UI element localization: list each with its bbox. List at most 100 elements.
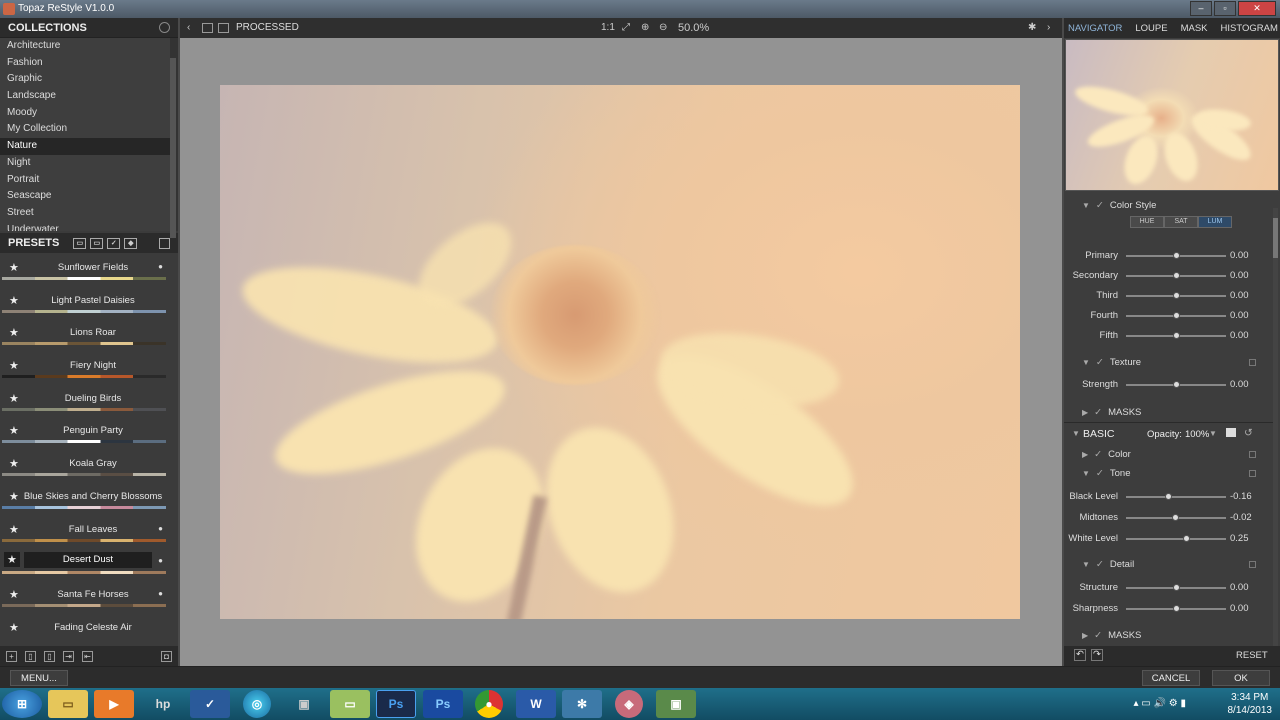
collection-item[interactable]: Landscape bbox=[0, 88, 170, 105]
favorite-star-icon[interactable]: ★ bbox=[9, 457, 19, 470]
word-icon[interactable]: W bbox=[516, 690, 556, 718]
add-preset-icon[interactable]: + bbox=[6, 650, 17, 662]
topaz-icon[interactable]: ◈ bbox=[615, 690, 643, 718]
collection-item[interactable]: Underwater bbox=[0, 222, 170, 231]
pin-icon[interactable]: ✱ bbox=[1028, 22, 1036, 33]
export-icon[interactable]: ✓ bbox=[107, 237, 121, 249]
slider-track[interactable] bbox=[1126, 272, 1226, 279]
slider-handle[interactable] bbox=[1164, 493, 1172, 500]
collection-item[interactable]: Graphic bbox=[0, 71, 170, 88]
photo-viewer-icon[interactable]: ▣ bbox=[284, 690, 324, 718]
detail-section[interactable]: ▼ ✓ Detail bbox=[1082, 559, 1134, 570]
mode-lum-button[interactable]: LUM bbox=[1198, 216, 1232, 228]
mode-sat-button[interactable]: SAT bbox=[1164, 216, 1198, 228]
slider-track[interactable] bbox=[1126, 605, 1226, 612]
cancel-button[interactable]: CANCEL bbox=[1142, 670, 1200, 686]
zoom-out-icon[interactable]: ⊖ bbox=[659, 22, 667, 33]
favorite-star-icon[interactable]: ★ bbox=[9, 392, 19, 405]
checkmark-app-icon[interactable]: ✓ bbox=[190, 690, 230, 718]
opacity-dropdown[interactable]: 100% bbox=[1185, 429, 1209, 440]
snowflake-app-icon[interactable]: ✻ bbox=[562, 690, 602, 718]
preset-item[interactable]: ★ Penguin Party bbox=[0, 419, 178, 452]
preset-item[interactable]: ★ Dueling Birds bbox=[0, 387, 178, 420]
slider-value[interactable]: 0.00 bbox=[1230, 603, 1262, 614]
tone-options-icon[interactable] bbox=[1249, 470, 1256, 477]
slider-track[interactable] bbox=[1126, 312, 1226, 319]
favorite-star-icon[interactable]: ★ bbox=[9, 294, 19, 307]
collection-item[interactable]: Night bbox=[0, 155, 170, 172]
notes-icon[interactable]: ▭ bbox=[330, 690, 370, 718]
tab-histogram[interactable]: HISTOGRAM bbox=[1217, 23, 1280, 34]
slider-value[interactable]: 0.00 bbox=[1230, 270, 1262, 281]
color-options-icon[interactable] bbox=[1249, 451, 1256, 458]
undo-icon[interactable]: ↶ bbox=[1074, 649, 1086, 661]
preset-item[interactable]: ★ Lions Roar bbox=[0, 321, 178, 354]
duplicate-icon[interactable]: ▯ bbox=[25, 650, 36, 662]
view-mode-label[interactable]: PROCESSED bbox=[236, 22, 299, 33]
favorite-star-icon[interactable]: ★ bbox=[9, 588, 19, 601]
preset-item[interactable]: ★ Fading Celeste Air bbox=[0, 616, 178, 636]
slider-track[interactable] bbox=[1126, 584, 1226, 591]
texture-options-icon[interactable] bbox=[1249, 359, 1256, 366]
media-player-icon[interactable]: ▶ bbox=[94, 690, 134, 718]
collection-item[interactable]: Portrait bbox=[0, 172, 170, 189]
slider-handle[interactable] bbox=[1172, 292, 1180, 299]
chevron-down-icon[interactable]: ▼ bbox=[1209, 429, 1217, 438]
preset-item[interactable]: ★ Santa Fe Horses ● bbox=[0, 583, 178, 616]
split-view-icon[interactable] bbox=[218, 23, 229, 33]
maximize-button[interactable]: ▫ bbox=[1214, 1, 1236, 16]
favorite-star-icon[interactable]: ★ bbox=[9, 261, 19, 274]
masks-section-2[interactable]: ▶ ✓ MASKS bbox=[1082, 630, 1141, 641]
minimize-button[interactable]: – bbox=[1190, 1, 1212, 16]
camera-icon[interactable]: ◘ bbox=[161, 650, 172, 662]
collection-item[interactable]: My Collection bbox=[0, 121, 170, 138]
menu-button[interactable]: MENU... bbox=[10, 670, 68, 686]
slider-handle[interactable] bbox=[1172, 272, 1180, 279]
start-button[interactable]: ⊞ bbox=[2, 690, 42, 718]
delete-icon[interactable]: ▯ bbox=[44, 650, 55, 662]
masks-section[interactable]: ▶ ✓ MASKS bbox=[1082, 407, 1141, 418]
import-preset-icon[interactable]: ⇥ bbox=[63, 650, 74, 662]
navigator-thumbnail[interactable] bbox=[1065, 39, 1279, 191]
slider-value[interactable]: 0.00 bbox=[1230, 582, 1262, 593]
processed-photo[interactable] bbox=[220, 85, 1020, 619]
slider-handle[interactable] bbox=[1182, 535, 1190, 542]
close-button[interactable]: ✕ bbox=[1238, 1, 1276, 16]
tone-section[interactable]: ▼ ✓ Tone bbox=[1082, 468, 1131, 479]
preset-item[interactable]: ★ Fiery Night bbox=[0, 354, 178, 387]
slider-value[interactable]: 0.00 bbox=[1230, 310, 1262, 321]
fit-icon[interactable]: ⤢ bbox=[622, 22, 630, 33]
slider-track[interactable] bbox=[1126, 514, 1226, 521]
collection-item[interactable]: Architecture bbox=[0, 38, 170, 55]
globe-icon[interactable]: ◎ bbox=[243, 690, 271, 718]
preset-item[interactable]: ★ Desert Dust ● bbox=[0, 550, 178, 583]
clock-time[interactable]: 3:34 PM bbox=[1228, 691, 1273, 704]
tab-loupe[interactable]: LOUPE bbox=[1131, 23, 1176, 34]
favorite-star-icon[interactable]: ★ bbox=[9, 424, 19, 437]
slider-track[interactable] bbox=[1126, 252, 1226, 259]
collection-item[interactable]: Fashion bbox=[0, 55, 170, 72]
display-icon[interactable]: ▣ bbox=[656, 690, 696, 718]
slider-handle[interactable] bbox=[1172, 312, 1180, 319]
favorite-star-icon[interactable]: ★ bbox=[4, 552, 20, 568]
slider-value[interactable]: -0.16 bbox=[1230, 491, 1262, 502]
zoom-in-icon[interactable]: ⊕ bbox=[641, 22, 649, 33]
color-style-section[interactable]: ▼ ✓ Color Style bbox=[1082, 200, 1156, 211]
slider-handle[interactable] bbox=[1172, 332, 1180, 339]
clock-date[interactable]: 8/14/2013 bbox=[1228, 704, 1273, 717]
tag-icon[interactable]: ◆ bbox=[124, 237, 138, 249]
favorite-star-icon[interactable]: ★ bbox=[9, 523, 19, 536]
basic-section[interactable]: ▼ BASIC Opacity: 100% ▼ ↺ bbox=[1064, 422, 1274, 444]
photoshop-icon[interactable]: Ps bbox=[376, 690, 416, 718]
mode-hue-button[interactable]: HUE bbox=[1130, 216, 1164, 228]
mask-icon[interactable] bbox=[1226, 428, 1236, 437]
slider-value[interactable]: -0.02 bbox=[1230, 512, 1262, 523]
adjustments-scrollbar[interactable] bbox=[1273, 208, 1278, 648]
tab-navigator[interactable]: NAVIGATOR bbox=[1064, 23, 1131, 34]
import-icon[interactable]: ▭ bbox=[90, 237, 104, 249]
slider-handle[interactable] bbox=[1172, 381, 1180, 388]
tray-icons[interactable]: ▴ ▭ 🔊 ⚙ ▮ bbox=[1134, 697, 1187, 710]
favorite-star-icon[interactable]: ★ bbox=[9, 621, 19, 634]
slider-handle[interactable] bbox=[1172, 252, 1180, 259]
collection-item[interactable]: Seascape bbox=[0, 188, 170, 205]
